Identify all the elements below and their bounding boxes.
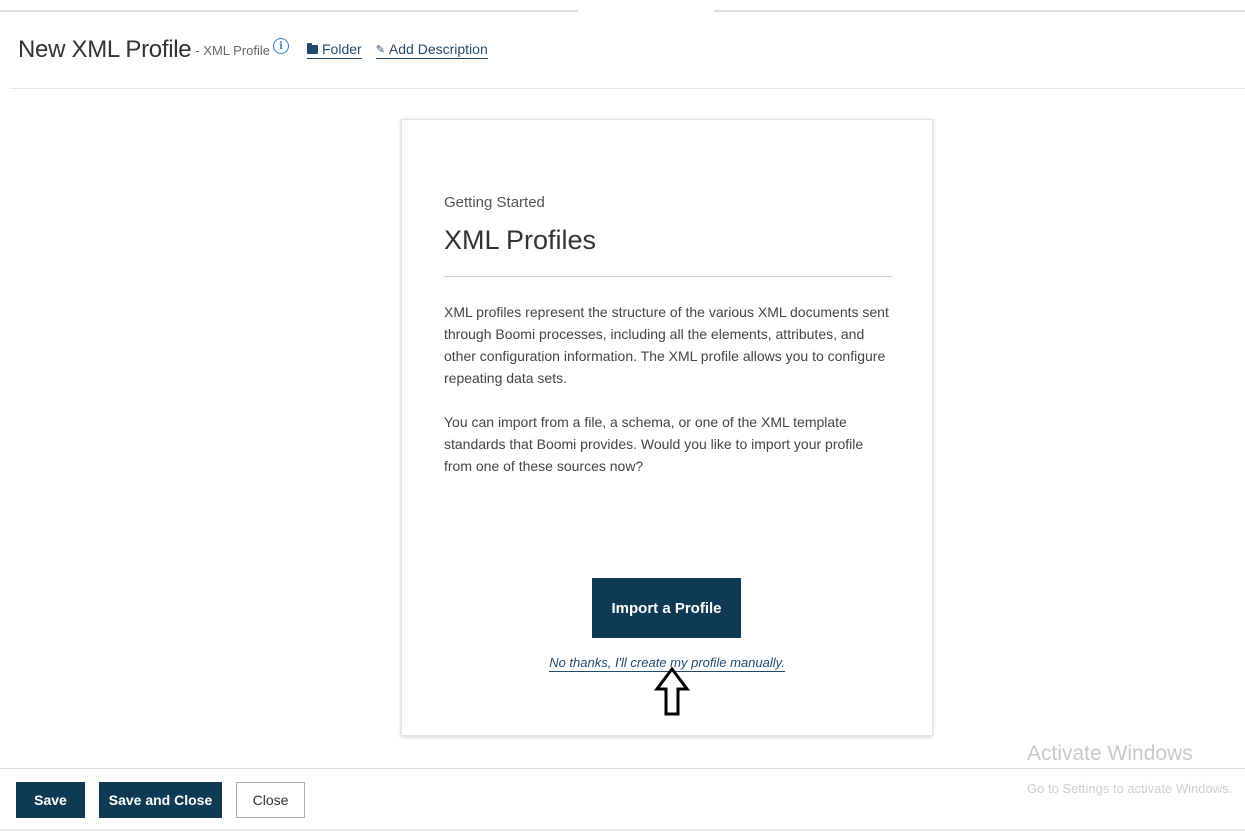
- import-profile-button[interactable]: Import a Profile: [592, 578, 741, 638]
- add-description-link[interactable]: ✎ Add Description: [375, 41, 488, 59]
- getting-started-card: Getting Started XML Profiles XML profile…: [401, 119, 933, 736]
- add-description-label: Add Description: [388, 41, 488, 57]
- footer-divider: [0, 768, 1245, 769]
- folder-link-label: Folder: [322, 41, 362, 57]
- card-paragraph-1: XML profiles represent the structure of …: [444, 304, 889, 386]
- page-header: New XML Profile - XML Profile i Folder ✎…: [0, 30, 1245, 70]
- up-arrow-icon: [654, 667, 690, 716]
- folder-icon: [307, 42, 318, 54]
- tab-line-left: [0, 10, 578, 12]
- save-and-close-button[interactable]: Save and Close: [99, 782, 222, 818]
- page-subtitle: - XML Profile: [195, 42, 270, 58]
- header-divider: [10, 88, 1245, 89]
- card-content: Getting Started XML Profiles XML profile…: [444, 194, 892, 477]
- watermark-title: Activate Windows: [1027, 742, 1193, 765]
- footer-bottom-border: [0, 829, 1245, 831]
- card-title: XML Profiles: [444, 225, 597, 255]
- card-divider: [444, 276, 892, 277]
- top-tab-lines: [0, 0, 1245, 14]
- tab-line-right: [714, 10, 1245, 12]
- folder-link[interactable]: Folder: [307, 41, 362, 59]
- save-button[interactable]: Save: [16, 782, 85, 818]
- pencil-icon: ✎: [375, 43, 385, 56]
- card-paragraph-2: You can import from a file, a schema, or…: [444, 414, 864, 474]
- page-title: New XML Profile: [18, 36, 192, 63]
- watermark-subtitle: Go to Settings to activate Windows.: [1027, 781, 1233, 796]
- close-button[interactable]: Close: [236, 782, 305, 818]
- card-kicker: Getting Started: [444, 194, 545, 211]
- info-icon[interactable]: i: [273, 38, 289, 54]
